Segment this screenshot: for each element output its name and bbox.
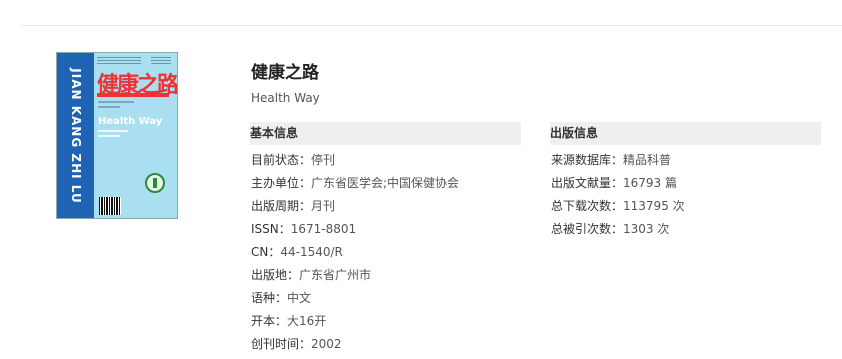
info-value: 1671-8801: [290, 222, 357, 236]
info-row-issn: ISSN：1671-8801: [251, 221, 459, 244]
info-label: 出版文献量：: [551, 176, 624, 190]
journal-english-title: Health Way: [251, 91, 320, 105]
cover-date-line: [98, 135, 120, 137]
info-value: 44-1540/R: [280, 245, 343, 259]
info-value: 停刊: [311, 153, 336, 167]
info-label: ISSN：: [251, 222, 291, 236]
info-value: 2002: [311, 337, 342, 351]
info-label: 总下载次数：: [551, 199, 624, 213]
cover-header-text: [97, 57, 141, 65]
info-value: 中文: [287, 291, 312, 305]
info-row-founded: 创刊时间：2002: [251, 336, 459, 359]
info-row-downloads: 总下载次数：113795 次: [551, 198, 685, 221]
cover-barcode-icon: [99, 197, 121, 215]
info-label: CN：: [251, 245, 281, 259]
cover-ribbon: [97, 93, 169, 97]
journal-cover-image[interactable]: JIAN KANG ZHI LU 健康之路 Health Way: [56, 52, 178, 219]
info-value: 精品科普: [623, 153, 672, 167]
info-label: 目前状态：: [251, 153, 312, 167]
top-divider: [22, 25, 842, 26]
journal-title: 健康之路: [251, 63, 319, 83]
cover-spine: JIAN KANG ZHI LU: [57, 53, 94, 218]
info-value: 1303 次: [623, 222, 670, 236]
cover-header-text-right: [151, 57, 171, 65]
info-label: 创刊时间：: [251, 337, 312, 351]
cover-volume-line: [98, 130, 128, 132]
info-row-status: 目前状态：停刊: [251, 152, 459, 175]
cover-issue-line: [98, 101, 134, 103]
cover-association-logo-icon: [145, 173, 165, 193]
info-label: 总被引次数：: [551, 222, 624, 236]
cover-spine-text: JIAN KANG ZHI LU: [68, 67, 83, 204]
info-value: 大16开: [287, 314, 327, 328]
info-label: 主办单位：: [251, 176, 312, 190]
basic-info-list: 目前状态：停刊 主办单位：广东省医学会;中国保健协会 出版周期：月刊 ISSN：…: [251, 152, 459, 359]
info-value: 16793 篇: [623, 176, 678, 190]
publication-info-heading: 出版信息: [550, 122, 821, 145]
info-value: 月刊: [311, 199, 336, 213]
info-row-cn: CN：44-1540/R: [251, 244, 459, 267]
basic-info-heading: 基本信息: [250, 122, 521, 145]
info-row-article-count: 出版文献量：16793 篇: [551, 175, 685, 198]
info-row-sponsor: 主办单位：广东省医学会;中国保健协会: [251, 175, 459, 198]
info-label: 开本：: [251, 314, 288, 328]
info-value: 广东省医学会;中国保健协会: [311, 176, 460, 190]
info-row-frequency: 出版周期：月刊: [251, 198, 459, 221]
info-label: 来源数据库：: [551, 153, 624, 167]
info-row-location: 出版地：广东省广州市: [251, 267, 459, 290]
info-row-format: 开本：大16开: [251, 313, 459, 336]
info-value: 113795 次: [623, 199, 685, 213]
info-value: 广东省广州市: [299, 268, 372, 282]
info-row-citations: 总被引次数：1303 次: [551, 221, 685, 244]
info-label: 出版周期：: [251, 199, 312, 213]
info-label: 出版地：: [251, 268, 300, 282]
cover-english-title: Health Way: [98, 116, 163, 127]
info-row-language: 语种：中文: [251, 290, 459, 313]
info-label: 语种：: [251, 291, 288, 305]
publication-info-list: 来源数据库：精品科普 出版文献量：16793 篇 总下载次数：113795 次 …: [551, 152, 685, 244]
cover-issue-line: [98, 106, 120, 108]
info-row-source-db: 来源数据库：精品科普: [551, 152, 685, 175]
